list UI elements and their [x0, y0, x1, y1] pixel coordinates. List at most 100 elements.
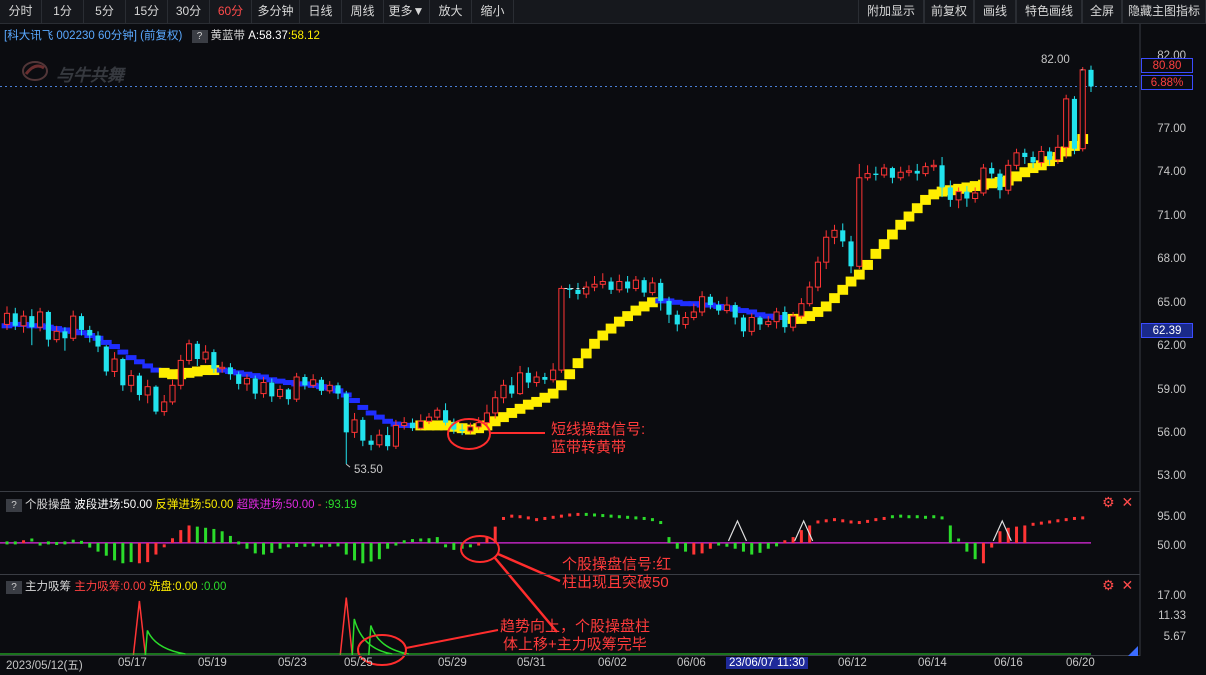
- band-segment: [84, 332, 96, 338]
- candle-body: [542, 376, 548, 380]
- annotation-short-signal: 短线操盘信号: 蓝带转黄带: [551, 421, 645, 457]
- band-segment: [845, 276, 857, 287]
- low-price-label: 53.50: [354, 464, 383, 476]
- pane2-controls: ⚙ ✕: [1102, 494, 1133, 511]
- pane2-help-icon[interactable]: ?: [6, 499, 22, 512]
- band-segment: [878, 239, 890, 250]
- indicator-name[interactable]: 黄蓝带: [211, 30, 246, 42]
- candle-body: [608, 281, 614, 290]
- toolbar-right-button-0[interactable]: 附加显示: [858, 0, 924, 23]
- pane2-close-icon[interactable]: ✕: [1121, 494, 1133, 510]
- band-segment: [9, 321, 21, 327]
- pane2-dot: [237, 541, 241, 545]
- band-segment: [233, 370, 245, 376]
- pane2-dot: [874, 518, 878, 522]
- pane2-name[interactable]: 个股操盘: [25, 499, 71, 511]
- candle-body: [194, 343, 200, 360]
- band-segment: [522, 399, 534, 410]
- price-axis-label: 77.00: [1157, 123, 1186, 135]
- pane-separator-1[interactable]: [0, 491, 1140, 492]
- band-segment: [936, 186, 948, 197]
- toolbar-button-7[interactable]: 日线: [300, 0, 342, 23]
- pane2-bar: [684, 542, 688, 552]
- pane3-gear-icon[interactable]: ⚙: [1102, 577, 1115, 593]
- candle-body: [169, 384, 176, 403]
- pane3-red-spike: [132, 600, 147, 656]
- candle-body: [243, 377, 251, 385]
- band-segment: [26, 323, 38, 329]
- candle-body: [1071, 98, 1078, 149]
- candle-body: [1063, 98, 1070, 148]
- candle-body: [567, 288, 573, 290]
- band-segment: [754, 312, 766, 318]
- band-segment: [299, 381, 311, 387]
- help-icon[interactable]: ?: [191, 30, 208, 43]
- price-axis-label: 68.00: [1157, 253, 1186, 265]
- candle-body: [492, 397, 499, 414]
- pane2-dot: [824, 519, 828, 523]
- pane2-bar: [295, 542, 299, 547]
- band-segment: [746, 309, 758, 315]
- candle-body: [806, 286, 813, 305]
- candle-body: [219, 366, 226, 370]
- candle-body: [831, 229, 838, 238]
- toolbar-right-button-2[interactable]: 画线: [974, 0, 1016, 23]
- toolbar-button-6[interactable]: 多分钟: [252, 0, 300, 23]
- adjust-mode[interactable]: (前复权): [140, 30, 182, 42]
- candle-body: [260, 382, 267, 395]
- toolbar-button-8[interactable]: 周线: [342, 0, 384, 23]
- pane3-help-icon[interactable]: ?: [6, 581, 22, 594]
- band-segment: [316, 384, 327, 390]
- toolbar-right-button-1[interactable]: 前复权: [924, 0, 974, 23]
- candle-body: [864, 173, 871, 179]
- pane2-bar: [121, 542, 125, 564]
- candle-body: [782, 311, 788, 328]
- candle-body: [95, 335, 101, 347]
- pane2-dot: [866, 519, 870, 523]
- toolbar-button-11[interactable]: 缩小: [472, 0, 514, 23]
- candle-body: [591, 283, 598, 288]
- toolbar-right-button-5[interactable]: 隐藏主图指标: [1122, 0, 1206, 23]
- pane2-dot: [725, 543, 729, 547]
- toolbar-button-5[interactable]: 60分: [210, 0, 252, 23]
- candle-body: [723, 304, 730, 312]
- pane2-gear-icon[interactable]: ⚙: [1102, 494, 1115, 510]
- candle-body: [29, 316, 35, 328]
- candle-body: [87, 329, 93, 336]
- candle-body: [997, 173, 1003, 191]
- toolbar-button-1[interactable]: 1分: [42, 0, 84, 23]
- pane2-value: :93.19: [324, 499, 357, 511]
- toolbar-right-button-3[interactable]: 特色画线: [1016, 0, 1082, 23]
- high-price-label: 82.00: [1041, 54, 1070, 66]
- toolbar-button-9[interactable]: 更多▼: [384, 0, 430, 23]
- band-segment: [448, 421, 460, 432]
- scroll-corner-icon[interactable]: [1128, 646, 1138, 656]
- pane2-bar: [485, 537, 489, 543]
- pane2-dot: [584, 512, 588, 516]
- stock-title[interactable]: [科大讯飞 002230 60分钟]: [4, 30, 137, 42]
- band-segment: [307, 382, 319, 388]
- band-segment: [572, 358, 584, 369]
- band-segment: [1027, 163, 1039, 174]
- band-segment: [373, 414, 385, 420]
- pane3-close-icon[interactable]: ✕: [1121, 577, 1133, 593]
- pane2-dot: [882, 516, 886, 520]
- band-segment: [729, 306, 741, 312]
- candle-body: [905, 170, 913, 173]
- date-axis-label: 05/29: [438, 657, 467, 669]
- toolbar-button-0[interactable]: 分时: [0, 0, 42, 23]
- toolbar-button-3[interactable]: 15分: [126, 0, 168, 23]
- pane3-name[interactable]: 主力吸筹: [25, 581, 71, 593]
- pane2-bar: [1015, 526, 1019, 543]
- toolbar-right-button-4[interactable]: 全屏: [1082, 0, 1122, 23]
- candle-body: [442, 410, 449, 423]
- band-segment: [547, 388, 559, 399]
- toolbar-button-4[interactable]: 30分: [168, 0, 210, 23]
- date-axis-label: 2023/05/12(五): [6, 660, 83, 672]
- toolbar-button-2[interactable]: 5分: [84, 0, 126, 23]
- pane3-green-curve: [351, 618, 393, 656]
- pane2-dot: [1048, 520, 1052, 524]
- band-segment: [944, 185, 956, 196]
- toolbar-button-10[interactable]: 放大: [430, 0, 472, 23]
- candle-body: [451, 422, 457, 430]
